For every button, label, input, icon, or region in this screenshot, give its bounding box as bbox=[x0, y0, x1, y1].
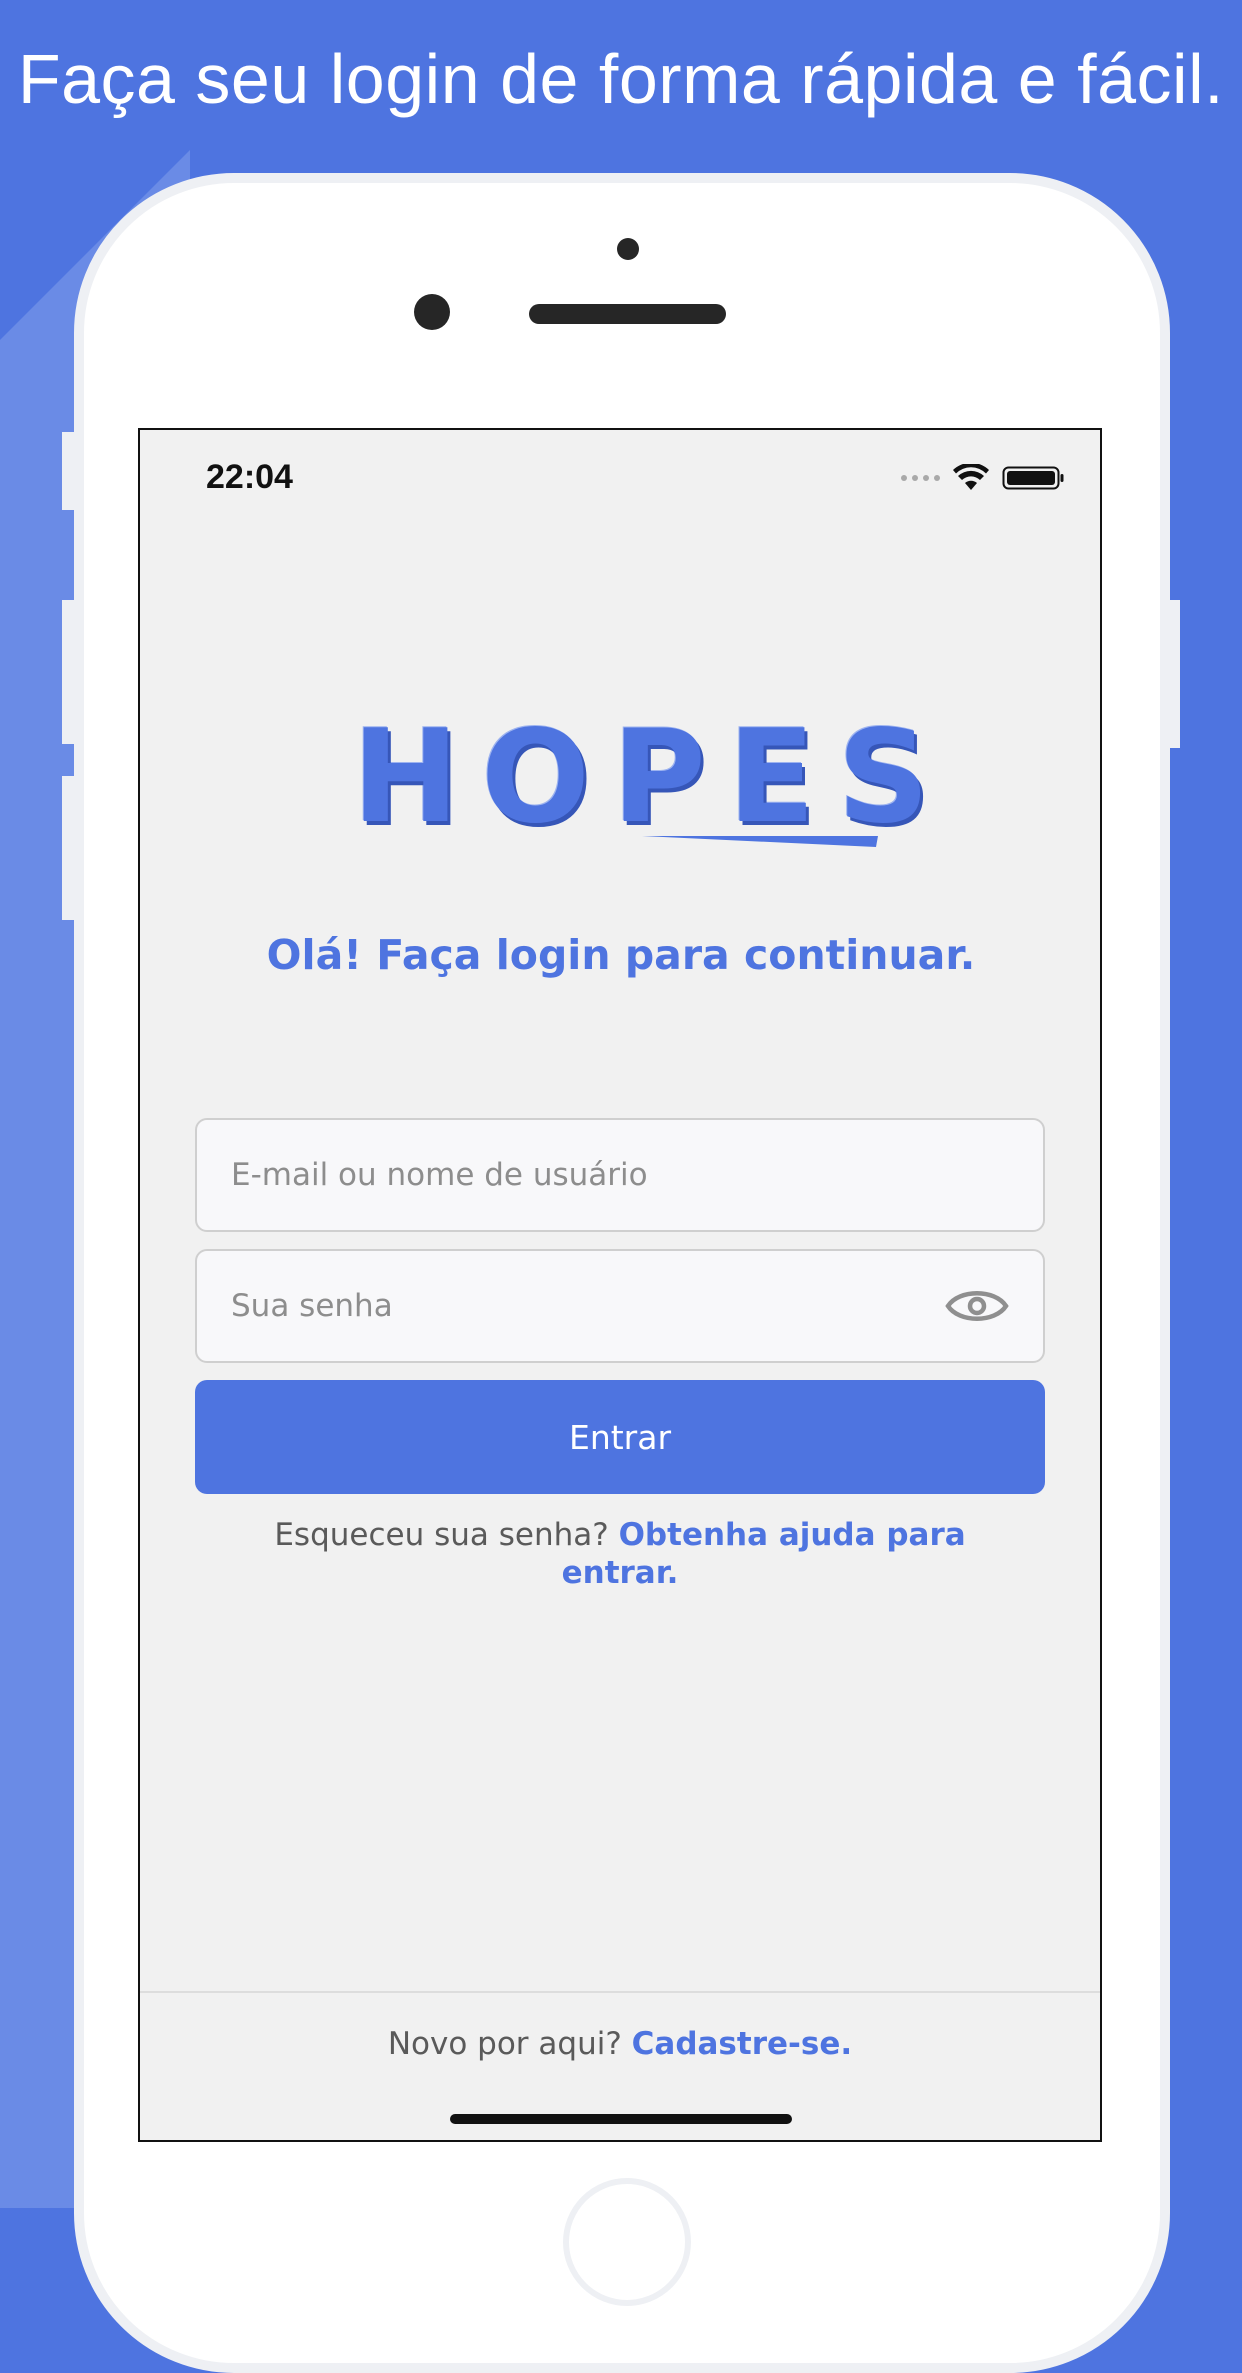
wifi-icon bbox=[953, 464, 989, 490]
promo-headline: Faça seu login de forma rápida e fácil. bbox=[17, 40, 1225, 118]
phone-home-button bbox=[563, 2178, 691, 2306]
toggle-password-visibility-button[interactable] bbox=[945, 1283, 1009, 1329]
password-input[interactable] bbox=[231, 1251, 931, 1361]
forgot-password-text: Esqueceu sua senha? Obtenha ajuda para e… bbox=[220, 1516, 1020, 1592]
phone-sensor bbox=[617, 238, 639, 260]
status-bar-icons bbox=[901, 464, 1066, 492]
email-field-container bbox=[195, 1118, 1045, 1232]
logo-text: HOPES bbox=[352, 703, 952, 852]
forgot-password-link[interactable]: Obtenha ajuda para entrar. bbox=[562, 1517, 966, 1591]
email-input[interactable] bbox=[231, 1120, 931, 1230]
logo-underline-swoosh bbox=[642, 836, 878, 847]
login-button[interactable]: Entrar bbox=[195, 1380, 1045, 1494]
battery-icon bbox=[1002, 466, 1064, 490]
signup-prefix: Novo por aqui? bbox=[387, 2026, 622, 2062]
phone-speaker bbox=[529, 304, 726, 324]
signup-text: Novo por aqui? Cadastre-se. bbox=[140, 2026, 1100, 2062]
forgot-password-prefix: Esqueceu sua senha? bbox=[274, 1517, 609, 1553]
app-screen: 22:04 HOPES Olá! Faça login para continu… bbox=[138, 428, 1102, 2142]
home-indicator[interactable] bbox=[450, 2114, 792, 2124]
hopes-logo: HOPES bbox=[352, 703, 952, 854]
footer-divider bbox=[140, 1991, 1100, 1993]
login-greeting: Olá! Faça login para continuar. bbox=[266, 931, 976, 979]
status-bar-time: 22:04 bbox=[206, 458, 293, 496]
signal-dots-icon bbox=[901, 475, 940, 481]
password-field-container bbox=[195, 1249, 1045, 1363]
eye-icon bbox=[945, 1291, 1009, 1321]
phone-front-camera bbox=[414, 294, 450, 330]
signup-link[interactable]: Cadastre-se. bbox=[632, 2026, 852, 2062]
